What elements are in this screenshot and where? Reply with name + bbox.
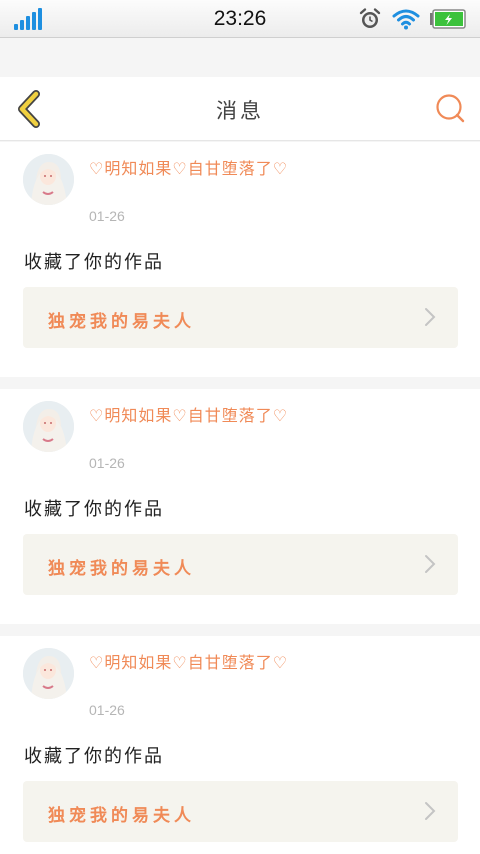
nav-bar: 消息	[0, 77, 480, 141]
work-title: 独宠我的易夫人	[48, 806, 195, 826]
message-card: ♡明知如果♡自甘堕落了♡ 01-26 收藏了你的作品 独宠我的易夫人	[0, 142, 480, 377]
message-date: 01-26	[89, 702, 125, 718]
message-list: ♡明知如果♡自甘堕落了♡ 01-26 收藏了你的作品 独宠我的易夫人 ♡明知如果…	[0, 142, 480, 854]
spacer	[0, 39, 480, 77]
status-bar: 23:26	[0, 0, 480, 38]
chevron-right-icon	[425, 555, 436, 573]
message-date: 01-26	[89, 208, 125, 224]
work-title: 独宠我的易夫人	[48, 312, 195, 332]
message-action: 收藏了你的作品	[24, 499, 164, 520]
work-link[interactable]: 独宠我的易夫人	[23, 287, 458, 348]
message-action: 收藏了你的作品	[24, 746, 164, 767]
work-link[interactable]: 独宠我的易夫人	[23, 534, 458, 595]
chevron-right-icon	[425, 308, 436, 326]
message-date: 01-26	[89, 455, 125, 471]
search-icon[interactable]	[434, 92, 466, 124]
username[interactable]: ♡明知如果♡自甘堕落了♡	[89, 405, 319, 427]
work-link[interactable]: 独宠我的易夫人	[23, 781, 458, 842]
avatar[interactable]	[23, 154, 74, 205]
username[interactable]: ♡明知如果♡自甘堕落了♡	[89, 652, 319, 674]
alarm-clock-icon	[359, 8, 381, 28]
avatar[interactable]	[23, 648, 74, 699]
wifi-icon	[392, 9, 420, 30]
message-card: ♡明知如果♡自甘堕落了♡ 01-26 收藏了你的作品 独宠我的易夫人	[0, 389, 480, 624]
avatar[interactable]	[23, 401, 74, 452]
username[interactable]: ♡明知如果♡自甘堕落了♡	[89, 158, 319, 180]
work-title: 独宠我的易夫人	[48, 559, 195, 579]
battery-charging-icon	[430, 9, 466, 29]
chevron-right-icon	[425, 802, 436, 820]
message-card: ♡明知如果♡自甘堕落了♡ 01-26 收藏了你的作品 独宠我的易夫人	[0, 636, 480, 854]
message-action: 收藏了你的作品	[24, 252, 164, 273]
page-title: 消息	[216, 99, 264, 123]
